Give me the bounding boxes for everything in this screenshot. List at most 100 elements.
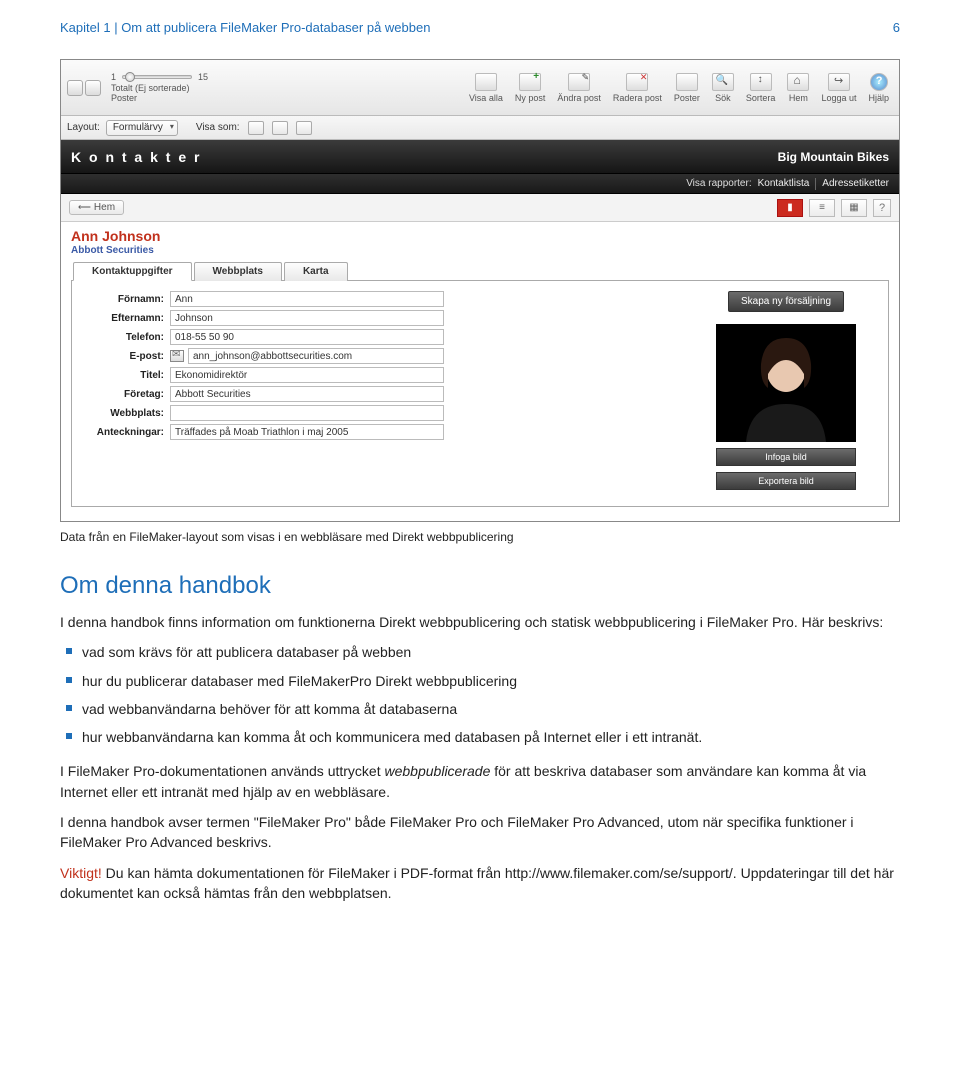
record-total: 15 xyxy=(198,72,208,82)
sort-status: Totalt (Ej sorterade) xyxy=(111,83,208,93)
notes-input[interactable]: Träffades på Moab Triathlon i maj 2005 xyxy=(170,424,444,440)
important-label: Viktigt! xyxy=(60,865,102,881)
toolbar-actions: Visa alla Ny post Ändra post Radera post… xyxy=(469,73,889,103)
separator-icon xyxy=(815,178,816,190)
home-button[interactable]: Hem xyxy=(787,73,809,103)
logout-button[interactable]: Logga ut xyxy=(821,73,856,103)
view-card-icon[interactable]: ▮ xyxy=(777,199,803,217)
delete-record-button[interactable]: Radera post xyxy=(613,73,662,103)
sort-button[interactable]: Sortera xyxy=(746,73,776,103)
term-webbpublicerade: webbpublicerade xyxy=(385,763,491,779)
home-nav-label: Hem xyxy=(94,202,115,213)
reports-bar: Visa rapporter: Kontaktlista Adressetike… xyxy=(61,174,899,194)
edit-record-button[interactable]: Ändra post xyxy=(557,73,601,103)
screenshot-caption: Data från en FileMaker-layout som visas … xyxy=(60,530,900,544)
company-title: Big Mountain Bikes xyxy=(778,150,889,164)
home-nav-button[interactable]: Hem xyxy=(69,200,124,215)
find-button[interactable]: Sök xyxy=(712,73,734,103)
tab-website[interactable]: Webbplats xyxy=(194,262,282,281)
posts-label: Poster xyxy=(111,93,208,103)
tab-container: Kontaktuppgifter Webbplats Karta Förnamn… xyxy=(71,262,889,507)
bullet-1: vad som krävs för att publicera database… xyxy=(60,642,900,662)
record-slider-block: 1 15 Totalt (Ej sorterade) Poster xyxy=(111,72,208,103)
view-list-icon[interactable] xyxy=(272,121,288,135)
tab-map[interactable]: Karta xyxy=(284,262,348,281)
record-slider[interactable] xyxy=(122,75,192,79)
intro-paragraph: I denna handbok finns information om fun… xyxy=(60,612,900,632)
view-help-icon[interactable]: ? xyxy=(873,199,891,217)
layout-label: Layout: xyxy=(67,122,100,133)
help-label: Hjälp xyxy=(868,93,889,103)
create-sale-button[interactable]: Skapa ny försäljning xyxy=(728,291,844,312)
view-toggle: ▮ ≡ ▦ ? xyxy=(777,199,891,217)
find-label: Sök xyxy=(715,93,731,103)
record-book-nav[interactable] xyxy=(67,80,101,96)
para4-text: Du kan hämta dokumentationen för FileMak… xyxy=(60,865,894,901)
records-label: Poster xyxy=(674,93,700,103)
new-record-button[interactable]: Ny post xyxy=(515,73,546,103)
title-label: Titel: xyxy=(84,370,164,381)
sort-label: Sortera xyxy=(746,93,776,103)
contact-photo xyxy=(716,324,856,442)
field-list: Förnamn:Ann Efternamn:Johnson Telefon:01… xyxy=(84,291,444,490)
report-contact-list[interactable]: Kontaktlista xyxy=(758,178,810,189)
record-company: Abbott Securities xyxy=(71,245,889,256)
records-button[interactable]: Poster xyxy=(674,73,700,103)
para2-part1: I FileMaker Pro-dokumentationen används … xyxy=(60,763,385,779)
home-icon xyxy=(787,73,809,91)
chapter-title: Kapitel 1 | Om att publicera FileMaker P… xyxy=(60,20,430,35)
export-image-button[interactable]: Exportera bild xyxy=(716,472,856,490)
main-toolbar: 1 15 Totalt (Ej sorterade) Poster Visa a… xyxy=(61,60,899,116)
report-address-labels[interactable]: Adressetiketter xyxy=(822,178,889,189)
record-area: Ann Johnson Abbott Securities Kontaktupp… xyxy=(61,222,899,521)
layout-select[interactable]: Formulärvy xyxy=(106,120,178,136)
new-record-icon xyxy=(519,73,541,91)
paragraph-4: Viktigt! Du kan hämta dokumentationen fö… xyxy=(60,863,900,904)
delete-record-label: Radera post xyxy=(613,93,662,103)
new-record-label: Ny post xyxy=(515,93,546,103)
home-label: Hem xyxy=(789,93,808,103)
view-list-icon-2[interactable]: ≡ xyxy=(809,199,835,217)
paragraph-2: I FileMaker Pro-dokumentationen används … xyxy=(60,761,900,802)
insert-image-button[interactable]: Infoga bild xyxy=(716,448,856,466)
firstname-input[interactable]: Ann xyxy=(170,291,444,307)
bullet-2: hur du publicerar databaser med FileMake… xyxy=(60,671,900,691)
logout-icon xyxy=(828,73,850,91)
show-all-button[interactable]: Visa alla xyxy=(469,73,503,103)
phone-input[interactable]: 018-55 50 90 xyxy=(170,329,444,345)
tab-contact-info[interactable]: Kontaktuppgifter xyxy=(73,262,192,281)
search-icon xyxy=(712,73,734,91)
prev-record-icon[interactable] xyxy=(67,80,83,96)
website-input[interactable] xyxy=(170,405,444,421)
company-input[interactable]: Abbott Securities xyxy=(170,386,444,402)
tab-panel: Förnamn:Ann Efternamn:Johnson Telefon:01… xyxy=(71,280,889,507)
view-as-label: Visa som: xyxy=(196,122,240,133)
show-all-label: Visa alla xyxy=(469,93,503,103)
sort-icon xyxy=(750,73,772,91)
slider-knob-icon[interactable] xyxy=(125,72,135,82)
email-input[interactable]: ann_johnson@abbottsecurities.com xyxy=(188,348,444,364)
view-grid-icon[interactable]: ▦ xyxy=(841,199,867,217)
edit-record-icon xyxy=(568,73,590,91)
bullet-3: vad webbanvändarna behöver för att komma… xyxy=(60,699,900,719)
help-button[interactable]: Hjälp xyxy=(868,73,889,103)
show-all-icon xyxy=(475,73,497,91)
company-label: Företag: xyxy=(84,389,164,400)
bullet-list: vad som krävs för att publicera database… xyxy=(60,642,900,747)
sub-header: Hem ▮ ≡ ▦ ? xyxy=(61,194,899,222)
contacts-title: K o n t a k t e r xyxy=(71,149,201,165)
title-input[interactable]: Ekonomidirektör xyxy=(170,367,444,383)
record-current: 1 xyxy=(111,72,116,82)
page-header: Kapitel 1 | Om att publicera FileMaker P… xyxy=(60,20,900,35)
screenshot-container: 1 15 Totalt (Ej sorterade) Poster Visa a… xyxy=(60,59,900,522)
title-bar: K o n t a k t e r Big Mountain Bikes xyxy=(61,140,899,174)
email-label: E-post: xyxy=(84,351,164,362)
delete-record-icon xyxy=(626,73,648,91)
view-form-icon[interactable] xyxy=(248,121,264,135)
help-icon xyxy=(870,73,888,91)
view-table-icon[interactable] xyxy=(296,121,312,135)
bullet-4: hur webbanvändarna kan komma åt och komm… xyxy=(60,727,900,747)
lastname-input[interactable]: Johnson xyxy=(170,310,444,326)
next-record-icon[interactable] xyxy=(85,80,101,96)
mail-icon[interactable] xyxy=(170,350,184,362)
